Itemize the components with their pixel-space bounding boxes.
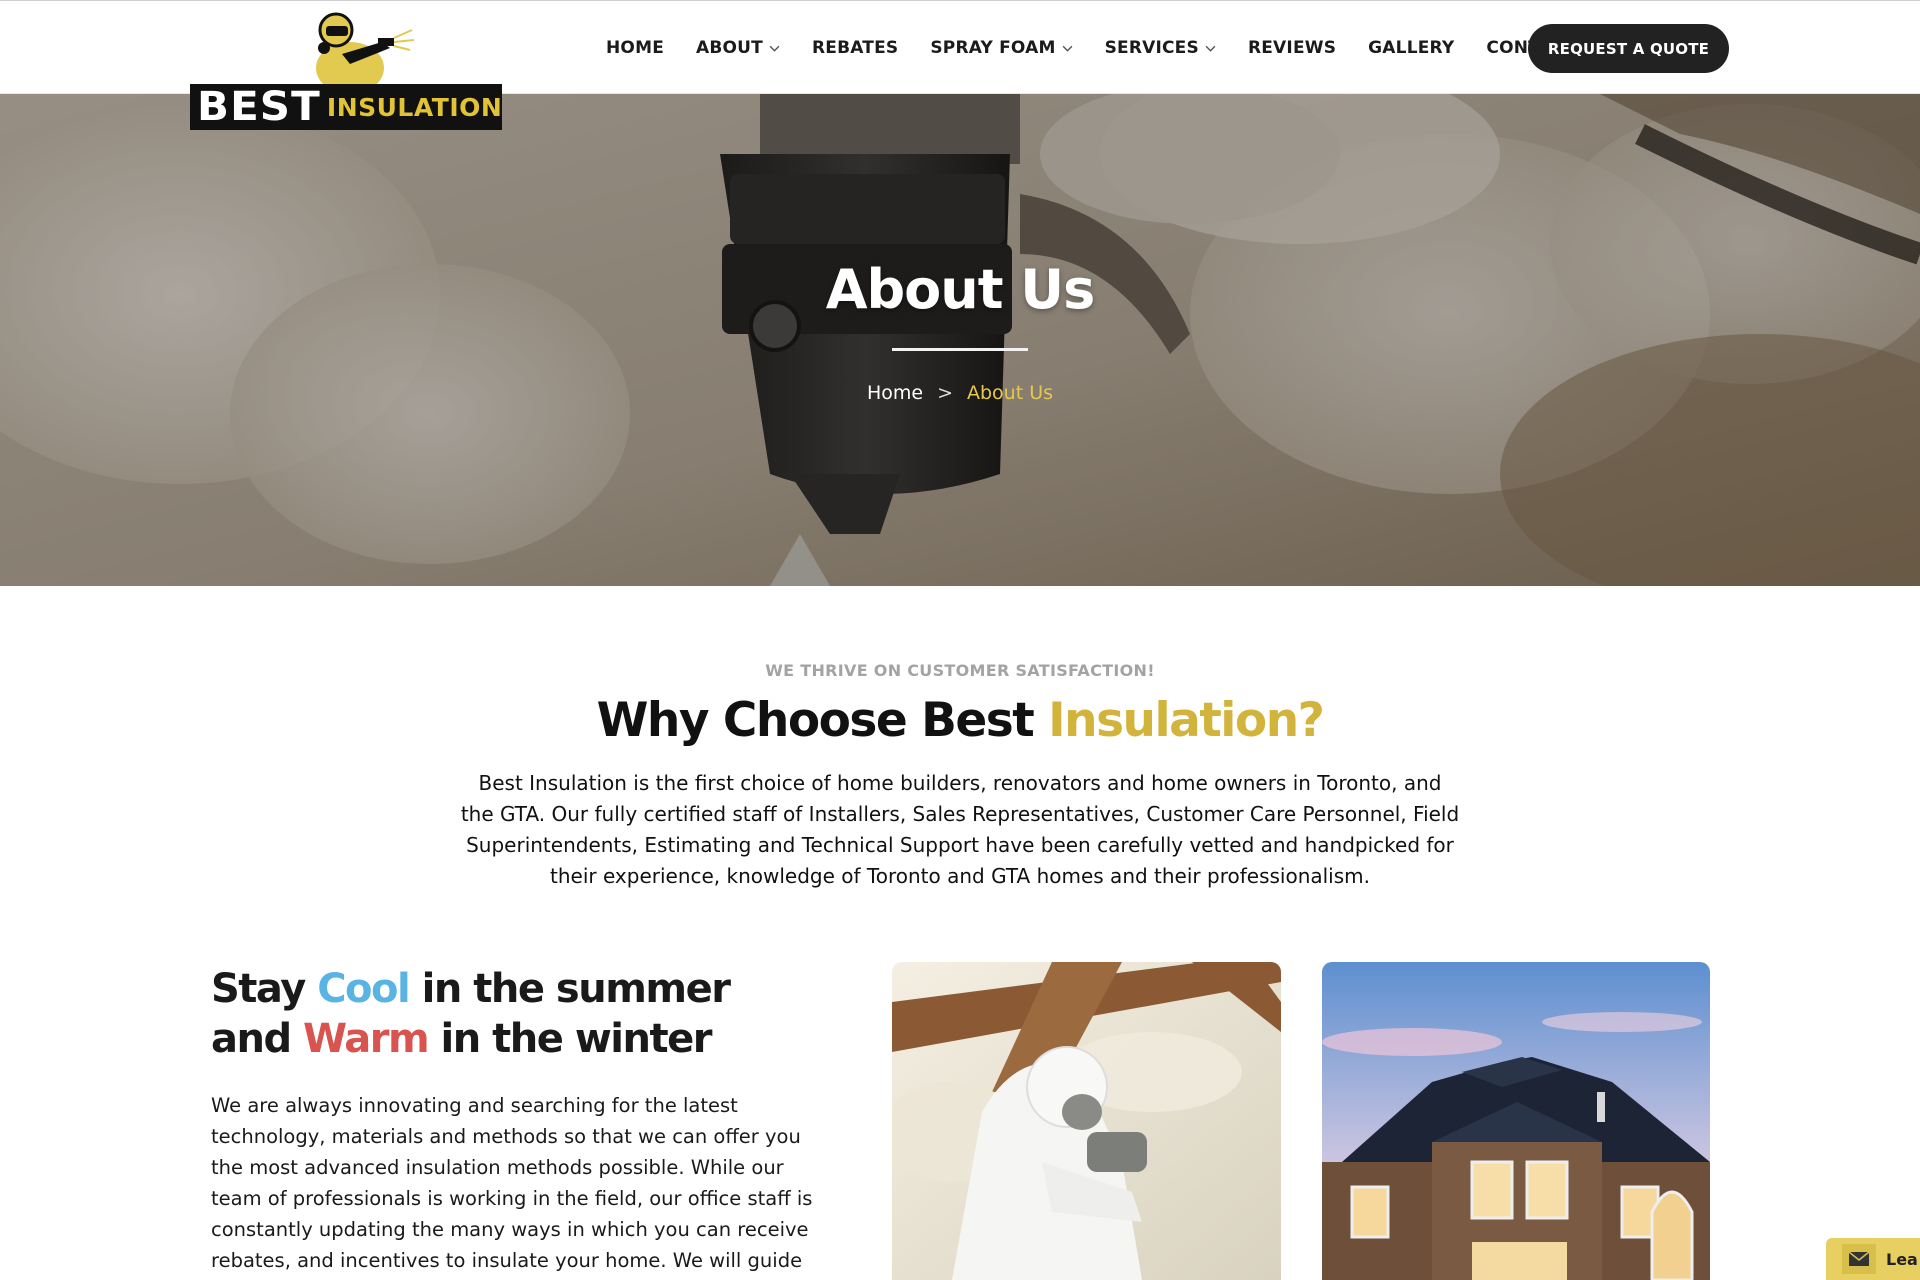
nav-home[interactable]: HOME bbox=[590, 38, 680, 58]
nav-rebates-label: REBATES bbox=[811, 38, 899, 58]
breadcrumb: Home > About Us bbox=[0, 382, 1920, 404]
logo-wordmark: BEST INSULATION bbox=[190, 84, 502, 130]
main-nav: HOME ABOUT REBATES SPRAY FOAM SERVICES R… bbox=[590, 1, 1592, 95]
nav-spray-foam[interactable]: SPRAY FOAM bbox=[914, 38, 1088, 58]
cool-line1-b: in the summer bbox=[409, 966, 731, 1012]
mail-icon bbox=[1842, 1244, 1876, 1274]
logo-insulation-text: INSULATION bbox=[326, 92, 503, 122]
nav-about[interactable]: ABOUT bbox=[680, 38, 796, 58]
nav-reviews[interactable]: REVIEWS bbox=[1232, 38, 1352, 58]
nav-services[interactable]: SERVICES bbox=[1089, 38, 1232, 58]
section-eyebrow: WE THRIVE ON CUSTOMER SATISFACTION! bbox=[765, 661, 1155, 680]
hero-overlay bbox=[0, 94, 1920, 586]
why-title-main: Why Choose Best bbox=[596, 693, 1049, 748]
lead-tab-label: Lea bbox=[1886, 1249, 1918, 1269]
nav-gallery[interactable]: GALLERY bbox=[1352, 38, 1470, 58]
stay-cool-heading: Stay Cool in the summer and Warm in the … bbox=[211, 964, 771, 1064]
title-underline bbox=[892, 348, 1028, 351]
chevron-down-icon bbox=[1205, 45, 1216, 52]
chevron-down-icon bbox=[1062, 45, 1072, 52]
cool-line2-b: in the winter bbox=[428, 1016, 713, 1062]
nav-gallery-label: GALLERY bbox=[1368, 38, 1455, 58]
chevron-down-icon bbox=[769, 45, 780, 52]
request-quote-button[interactable]: REQUEST A QUOTE bbox=[1528, 24, 1729, 73]
nav-reviews-label: REVIEWS bbox=[1247, 38, 1337, 58]
breadcrumb-home-link[interactable]: Home bbox=[867, 382, 923, 404]
breadcrumb-current: About Us bbox=[967, 382, 1054, 404]
logo-best-text: BEST bbox=[197, 84, 321, 130]
site-logo[interactable]: BEST INSULATION bbox=[190, 8, 502, 130]
nav-services-label: SERVICES bbox=[1104, 38, 1199, 58]
house-photo-illustration bbox=[1322, 962, 1710, 1280]
why-choose-heading: Why Choose Best Insulation? bbox=[0, 693, 1920, 748]
stay-cool-paragraph: We are always innovating and searching f… bbox=[211, 1094, 813, 1272]
why-title-accent: Insulation? bbox=[1048, 693, 1325, 748]
cool-line2-a: and bbox=[211, 1016, 304, 1062]
nav-home-label: HOME bbox=[606, 38, 665, 58]
why-choose-paragraph: Best Insulation is the first choice of h… bbox=[460, 771, 1460, 888]
breadcrumb-separator: > bbox=[937, 382, 953, 404]
nav-spray-foam-label: SPRAY FOAM bbox=[930, 38, 1056, 58]
page-title: About Us bbox=[825, 258, 1096, 321]
spray-foam-worker-image bbox=[892, 962, 1281, 1280]
worker-photo-illustration bbox=[892, 962, 1281, 1280]
nav-rebates[interactable]: REBATES bbox=[796, 38, 914, 58]
lead-form-tab[interactable]: Lea bbox=[1826, 1238, 1920, 1280]
hero-banner: About Us Home > About Us bbox=[0, 94, 1920, 586]
house-exterior-image bbox=[1322, 962, 1710, 1280]
nav-about-label: ABOUT bbox=[696, 38, 763, 58]
warm-word: Warm bbox=[303, 1016, 430, 1062]
cool-word: Cool bbox=[317, 966, 411, 1012]
cool-line1-a: Stay bbox=[211, 966, 318, 1012]
